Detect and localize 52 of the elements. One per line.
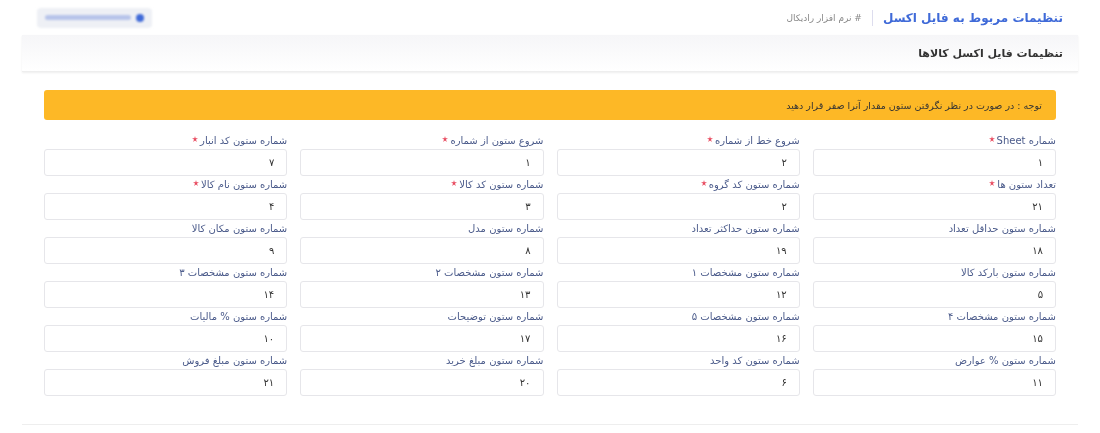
field-label: شماره ستون مبلغ خرید (446, 355, 544, 366)
field-label: شماره ستون % مالیات (190, 311, 288, 322)
input-field[interactable]: ۱۶ (556, 325, 800, 352)
field-label: شماره ستون مشخصات ۵ (691, 311, 800, 322)
field-label: شماره ستون مشخصات ۳ (179, 267, 288, 278)
input-field[interactable]: ۱ (812, 149, 1056, 176)
field-label: شماره ستون مدل (468, 223, 544, 234)
field-label: شماره Sheet (996, 135, 1056, 146)
input-field[interactable]: ۲ (556, 193, 800, 220)
input-field[interactable]: ۱۳ (300, 281, 544, 308)
field-label: تعداد ستون ها (997, 179, 1056, 190)
field-label: شروع خط از شماره (714, 135, 800, 146)
input-field[interactable]: ۱ (300, 149, 544, 176)
input-field[interactable]: ۷ (44, 149, 288, 176)
field-label: شماره ستون نام کالا (201, 179, 288, 190)
field-label: شماره ستون % عوارض (954, 355, 1056, 366)
input-field[interactable]: ۱۱ (812, 369, 1056, 396)
card-title: تنظیمات فایل اکسل کالاها (918, 46, 1063, 60)
input-field[interactable]: ۲۰ (300, 369, 544, 396)
input-field[interactable]: ۶ (556, 369, 800, 396)
field-label: شماره ستون حداکثر تعداد (691, 223, 800, 234)
field-label: شماره ستون مشخصات ۴ (948, 311, 1056, 322)
field-label: شماره ستون کد کالا (459, 179, 544, 190)
field-label: شماره ستون مشخصات ۱ (691, 267, 800, 278)
input-field[interactable]: ۲۱ (812, 193, 1056, 220)
input-field[interactable]: ۲۱ (44, 369, 288, 396)
input-field[interactable]: ۱۸ (812, 237, 1056, 264)
field-label: شماره ستون کد انبار (200, 135, 288, 146)
input-field[interactable]: ۳ (300, 193, 544, 220)
field-label: شماره ستون مشخصات ۲ (435, 267, 544, 278)
input-field[interactable]: ۱۹ (556, 237, 800, 264)
field-label: شماره ستون کد واحد (710, 355, 800, 366)
alert-text: توجه : در صورت در نظر نگرفتن ستون مقدار آنرا صفر قرار دهید (786, 99, 1042, 111)
input-field[interactable]: ۹ (44, 237, 288, 264)
field-label: شماره ستون مبلغ فروش (182, 355, 288, 366)
breadcrumb[interactable]: # نرم افزار رادیکال (786, 12, 862, 23)
input-field[interactable]: ۲ (556, 149, 800, 176)
field-label: شماره ستون حداقل تعداد (948, 223, 1056, 234)
field-label: شروع ستون از شماره (450, 135, 544, 146)
field-label: شماره ستون مکان کالا (191, 223, 288, 234)
input-field[interactable]: ۵ (812, 281, 1056, 308)
input-field[interactable]: ۱۵ (812, 325, 1056, 352)
input-field[interactable]: ۱۰ (44, 325, 288, 352)
input-field[interactable]: ۴ (44, 193, 288, 220)
input-field[interactable]: ۱۷ (300, 325, 544, 352)
field-label: شماره ستون کد گروه (708, 179, 800, 190)
input-field[interactable]: ۱۴ (44, 281, 288, 308)
page-title: تنظیمات مربوط به فایل اکسل (882, 10, 1063, 25)
field-label: شماره ستون توضیحات (447, 311, 544, 322)
field-label: شماره ستون بارکد کالا (961, 267, 1056, 278)
input-field[interactable]: ۱۲ (556, 281, 800, 308)
input-field[interactable]: ۸ (300, 237, 544, 264)
